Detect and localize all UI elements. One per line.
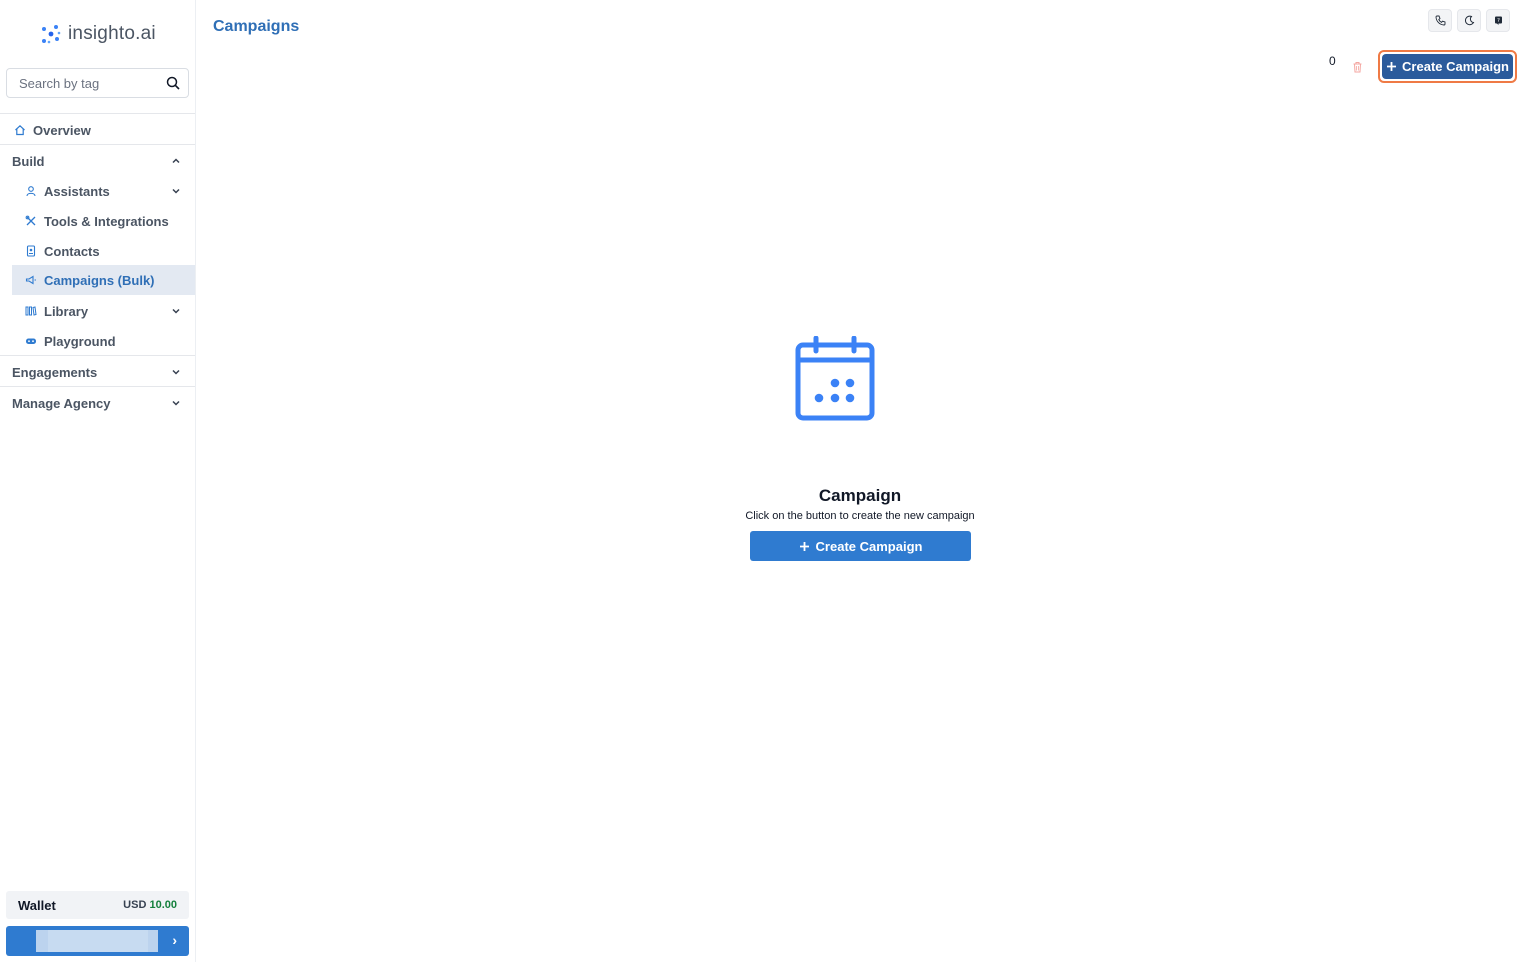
empty-state-subtitle: Click on the button to create the new ca… [745, 510, 975, 522]
user-account-button[interactable]: › [6, 926, 189, 956]
divider [0, 144, 195, 145]
megaphone-icon [23, 272, 39, 288]
library-icon [23, 303, 39, 319]
chevron-down-icon [169, 396, 183, 410]
empty-state-title: Campaign [818, 486, 902, 505]
plus-icon [1387, 62, 1397, 71]
sidebar-item-label: Campaigns (Bulk) [44, 272, 155, 288]
divider [0, 113, 195, 114]
sidebar-section-manage-agency[interactable]: Manage Agency [12, 388, 195, 418]
sidebar-item-label: Contacts [44, 243, 100, 259]
sidebar-item-label: Library [44, 303, 89, 319]
sidebar-item-label: Build [12, 153, 45, 169]
search-icon[interactable] [166, 76, 180, 90]
create-campaign-label: Create Campaign [815, 538, 923, 554]
top-toolbar: ? [1428, 9, 1510, 32]
phone-button[interactable] [1428, 9, 1452, 32]
trash-icon [1353, 61, 1362, 72]
delete-button[interactable] [1345, 54, 1370, 79]
divider [0, 355, 195, 356]
create-campaign-button-inner: Create Campaign [1382, 54, 1513, 79]
sidebar-section-build[interactable]: Build [12, 146, 195, 176]
moon-icon [1464, 15, 1474, 26]
wallet-currency: USD [123, 899, 147, 911]
sidebar-item-contacts[interactable]: Contacts [12, 236, 195, 266]
sidebar-item-overview[interactable]: Overview [12, 115, 195, 145]
sidebar-item-label: Playground [44, 333, 116, 349]
sidebar-item-label: Assistants [44, 183, 110, 199]
sidebar-item-library[interactable]: Library [12, 296, 195, 326]
chevron-down-icon [169, 184, 183, 198]
sidebar-section-engagements[interactable]: Engagements [12, 357, 195, 387]
user-icon [23, 183, 39, 199]
chevron-right-icon: › [172, 932, 177, 948]
tools-icon [23, 213, 39, 229]
search-input[interactable] [19, 75, 166, 91]
logo-icon [42, 25, 61, 44]
help-button[interactable]: ? [1486, 9, 1510, 32]
sidebar-item-label: Tools & Integrations [44, 213, 169, 229]
sidebar: insighto.ai Overview Build Assistants [0, 0, 196, 962]
help-icon: ? [1494, 16, 1502, 25]
brand-logo[interactable]: insighto.ai [40, 20, 156, 48]
wallet-label: Wallet [18, 897, 56, 913]
sidebar-item-tools-integrations[interactable]: Tools & Integrations [12, 206, 195, 236]
sidebar-item-label: Engagements [12, 364, 98, 380]
create-campaign-button[interactable]: Create Campaign [750, 531, 971, 561]
page-title: Campaigns [213, 18, 300, 35]
sidebar-item-assistants[interactable]: Assistants [12, 176, 195, 206]
wallet-card[interactable]: Wallet USD 10.00 [6, 891, 189, 919]
phone-icon [1435, 15, 1445, 26]
home-icon [12, 122, 28, 138]
search-box [6, 68, 189, 98]
redacted-user-name [48, 930, 148, 952]
chevron-down-icon [169, 304, 183, 318]
calendar-icon [795, 336, 875, 421]
sidebar-item-playground[interactable]: Playground [12, 326, 195, 356]
chevron-up-icon [169, 154, 183, 168]
sidebar-item-label: Manage Agency [12, 395, 111, 411]
wallet-balance: USD 10.00 [123, 899, 177, 911]
gamepad-icon [23, 333, 39, 349]
divider [0, 386, 195, 387]
svg-text:?: ? [1497, 18, 1500, 24]
selected-count: 0 [1329, 54, 1336, 68]
wallet-amount: 10.00 [149, 899, 177, 911]
create-campaign-button-header[interactable]: Create Campaign [1378, 50, 1517, 83]
sidebar-item-campaigns[interactable]: Campaigns (Bulk) [12, 265, 195, 295]
chevron-down-icon [169, 365, 183, 379]
plus-icon [799, 541, 809, 551]
brand-name: insighto.ai [68, 23, 156, 44]
contact-card-icon [23, 243, 39, 259]
dark-mode-toggle[interactable] [1457, 9, 1481, 32]
sidebar-item-label: Overview [33, 122, 91, 138]
create-campaign-label: Create Campaign [1402, 59, 1509, 74]
